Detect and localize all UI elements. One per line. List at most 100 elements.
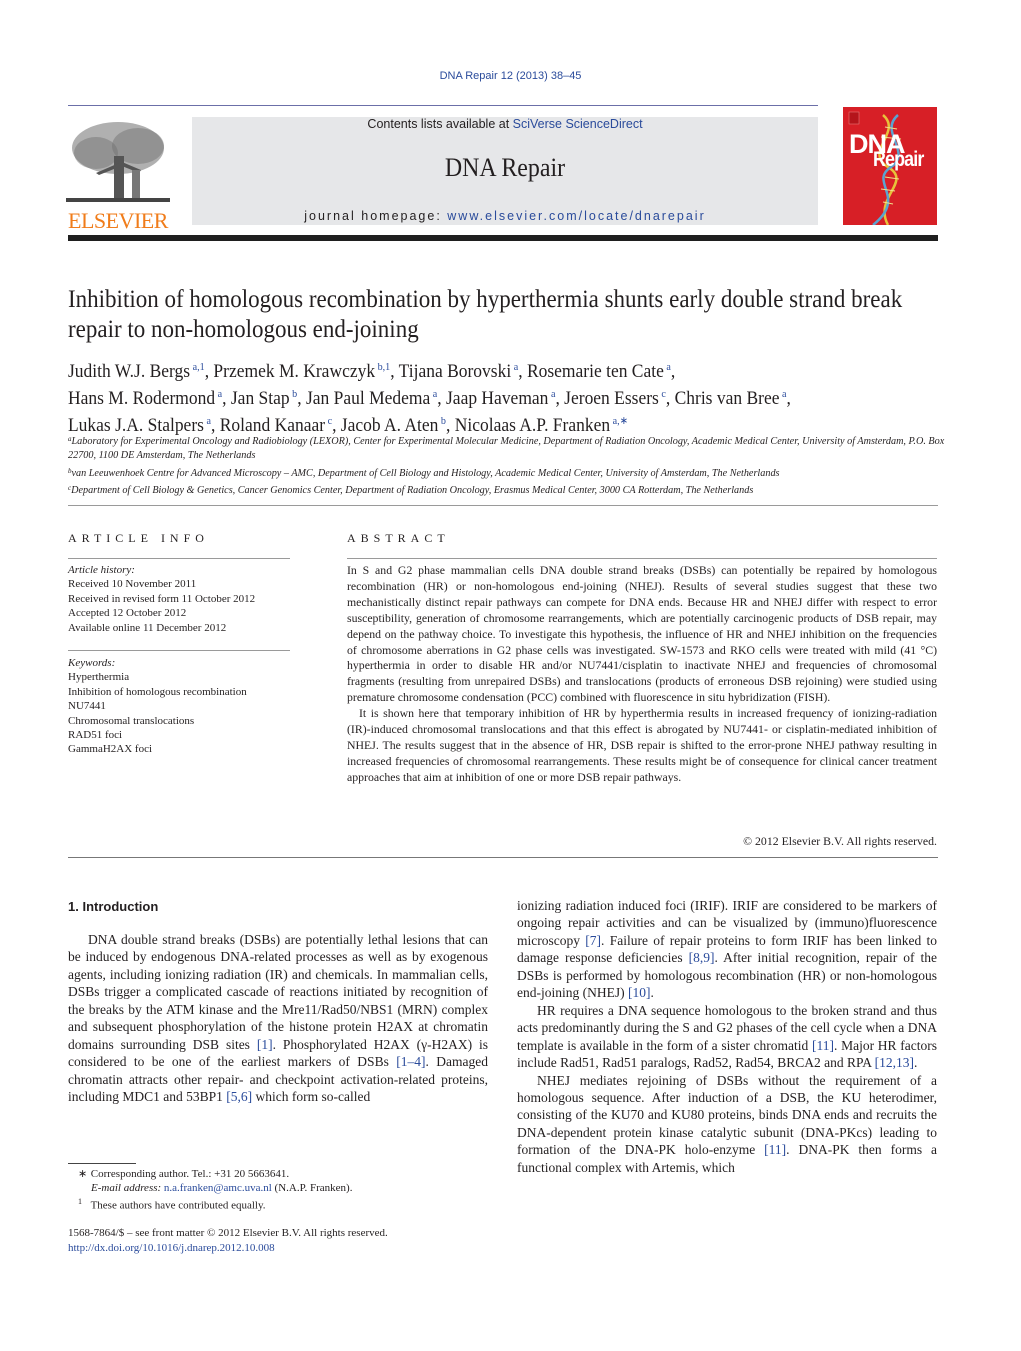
affiliations: aLaboratory for Experimental Oncology an…	[68, 432, 948, 498]
abstract-bottom-divider	[68, 857, 938, 858]
citation-link[interactable]: [5,6]	[226, 1089, 252, 1104]
header-thick-rule	[68, 235, 938, 241]
affiliation-divider	[68, 505, 938, 506]
affiliation-item: cDepartment of Cell Biology & Genetics, …	[68, 481, 948, 498]
contents-availability: Contents lists available at SciVerse Sci…	[192, 117, 818, 131]
affiliation-text: Department of Cell Biology & Genetics, C…	[71, 484, 754, 496]
history-item: Received 10 November 2011	[68, 578, 197, 591]
author-name[interactable]: Jaap Haveman	[446, 388, 548, 409]
body-column-right: ionizing radiation induced foci (IRIF). …	[517, 897, 937, 1176]
keyword-item: GammaH2AX foci	[68, 743, 153, 756]
keyword-item: Chromosomal translocations	[68, 714, 195, 727]
abstract-body: In S and G2 phase mammalian cells DNA do…	[347, 563, 937, 786]
author-affiliation-mark[interactable]: a,1	[190, 361, 205, 373]
keyword-item: Inhibition of homologous recombination	[68, 685, 247, 698]
article-info: Article history: Received 10 November 20…	[68, 563, 290, 757]
article-info-heading: ARTICLE INFO	[68, 531, 209, 545]
author-affiliation-mark[interactable]: a,∗	[610, 415, 629, 427]
keyword-item: RAD51 foci	[68, 729, 123, 742]
abstract-divider	[347, 558, 937, 559]
body-paragraph: DNA double strand breaks (DSBs) are pote…	[68, 932, 488, 1105]
history-item: Received in revised form 11 October 2012	[68, 592, 256, 605]
author-affiliation-mark[interactable]: b	[290, 388, 297, 400]
author-name[interactable]: Tijana Borovski	[399, 361, 512, 382]
citation-link[interactable]: [7]	[585, 933, 601, 948]
journal-citation-link[interactable]: DNA Repair 12 (2013) 38–45	[0, 70, 1021, 82]
issn-line: 1568-7864/$ – see front matter © 2012 El…	[68, 1227, 388, 1239]
keywords-label: Keywords:	[68, 657, 116, 670]
email-note: E-mail address: n.a.franken@amc.uva.nl (…	[78, 1182, 498, 1196]
sciencedirect-link[interactable]: SciVerse ScienceDirect	[513, 117, 643, 131]
equal-contribution-note: 1 These authors have contributed equally…	[78, 1195, 498, 1213]
keyword-item: NU7441	[68, 700, 106, 713]
body-paragraph: ionizing radiation induced foci (IRIF). …	[517, 898, 937, 1001]
journal-cover-thumbnail[interactable]: DNA Repair	[843, 107, 937, 225]
author-affiliation-mark[interactable]: a	[548, 388, 555, 400]
author-affiliation-mark[interactable]: a	[511, 361, 518, 373]
author-name[interactable]: Jeroen Essers	[564, 388, 659, 409]
author-name[interactable]: Rosemarie ten Cate	[527, 361, 664, 382]
introduction-heading: 1. Introduction	[68, 899, 159, 914]
author-name[interactable]: Chris van Bree	[675, 388, 780, 409]
abstract-paragraph: In S and G2 phase mammalian cells DNA do…	[347, 563, 937, 705]
citation-link[interactable]: [12,13]	[875, 1055, 914, 1070]
author-affiliation-mark[interactable]: c	[659, 388, 665, 400]
citation-link[interactable]: [8,9]	[689, 950, 715, 965]
author-affiliation-mark[interactable]: a	[204, 415, 210, 427]
email-link[interactable]: n.a.franken@amc.uva.nl	[164, 1182, 272, 1194]
history-item: Available online 11 December 2012	[68, 621, 227, 634]
author-affiliation-mark[interactable]: a	[779, 388, 786, 400]
body-paragraph: NHEJ mediates rejoining of DSBs without …	[517, 1072, 937, 1175]
author-affiliation-mark[interactable]: b	[438, 415, 446, 427]
history-item: Accepted 12 October 2012	[68, 607, 187, 620]
keywords-list: Hyperthermia Inhibition of homologous rec…	[68, 670, 290, 756]
contents-prefix: Contents lists available at	[367, 117, 513, 131]
author-name[interactable]: Przemek M. Krawczyk	[213, 361, 375, 382]
equal-text: These authors have contributed equally.	[90, 1199, 266, 1212]
affiliation-text: Laboratory for Experimental Oncology and…	[68, 436, 945, 462]
email-label: E-mail address:	[91, 1181, 164, 1194]
journal-name: DNA Repair	[444, 153, 566, 182]
author-name[interactable]: Judith W.J. Bergs	[68, 361, 190, 382]
article-history-list: Received 10 November 2011 Received in rev…	[68, 577, 290, 635]
elsevier-wordmark: ELSEVIER	[68, 208, 168, 233]
author-affiliation-mark[interactable]: a	[664, 361, 670, 373]
affiliation-text: van Leeuwenhoek Centre for Advanced Micr…	[71, 467, 780, 479]
abstract-copyright: © 2012 Elsevier B.V. All rights reserved…	[743, 834, 937, 848]
email-suffix: (N.A.P. Franken).	[271, 1181, 353, 1194]
article-title-text: Inhibition of homologous recombination b…	[68, 286, 903, 343]
abstract-paragraph: It is shown here that temporary inhibiti…	[347, 706, 937, 784]
corresponding-mark: ∗	[78, 1168, 88, 1180]
header-divider	[68, 105, 818, 106]
author-name[interactable]: Jan Stap	[231, 388, 290, 409]
citation-link[interactable]: [11]	[764, 1142, 786, 1157]
author-name[interactable]: Hans M. Rodermond	[68, 388, 215, 409]
journal-homepage: journal homepage: www.elsevier.com/locat…	[192, 209, 818, 223]
corresponding-text: Corresponding author. Tel.: +31 20 56636…	[90, 1168, 290, 1180]
author-affiliation-mark[interactable]: b,1	[375, 361, 391, 373]
author-affiliation-mark[interactable]: c	[325, 415, 332, 427]
author-affiliation-mark[interactable]: a	[215, 388, 222, 400]
author-line: Judith W.J. Bergs a,1, Przemek M. Krawcz…	[68, 361, 676, 382]
equal-mark: 1	[78, 1197, 82, 1206]
doi-link[interactable]: http://dx.doi.org/10.1016/j.dnarep.2012.…	[68, 1242, 275, 1254]
author-line: Hans M. Rodermond a, Jan Stap b, Jan Pau…	[68, 388, 791, 409]
citation-link[interactable]: [1–4]	[396, 1054, 425, 1069]
journal-banner: Contents lists available at SciVerse Sci…	[192, 117, 818, 225]
author-list: Judith W.J. Bergs a,1, Przemek M. Krawcz…	[68, 356, 896, 437]
journal-homepage-link[interactable]: www.elsevier.com/locate/dnarepair	[447, 209, 705, 223]
affiliation-item: bvan Leeuwenhoek Centre for Advanced Mic…	[68, 464, 948, 481]
citation-link[interactable]: [1]	[257, 1037, 273, 1052]
keywords-divider	[68, 650, 290, 652]
citation-link[interactable]: [11]	[812, 1038, 834, 1053]
citation-link[interactable]: [10]	[628, 985, 651, 1000]
homepage-prefix: journal homepage:	[304, 209, 448, 223]
cover-title-repair: Repair	[873, 148, 924, 171]
article-history-label: Article history:	[68, 564, 135, 576]
author-affiliation-mark[interactable]: a	[430, 388, 437, 400]
footnotes: ∗ Corresponding author. Tel.: +31 20 566…	[78, 1168, 498, 1213]
author-name[interactable]: Jan Paul Medema	[306, 388, 430, 409]
article-info-divider	[68, 558, 290, 559]
corresponding-author-note: ∗ Corresponding author. Tel.: +31 20 566…	[78, 1168, 498, 1182]
keyword-item: Hyperthermia	[68, 671, 130, 684]
